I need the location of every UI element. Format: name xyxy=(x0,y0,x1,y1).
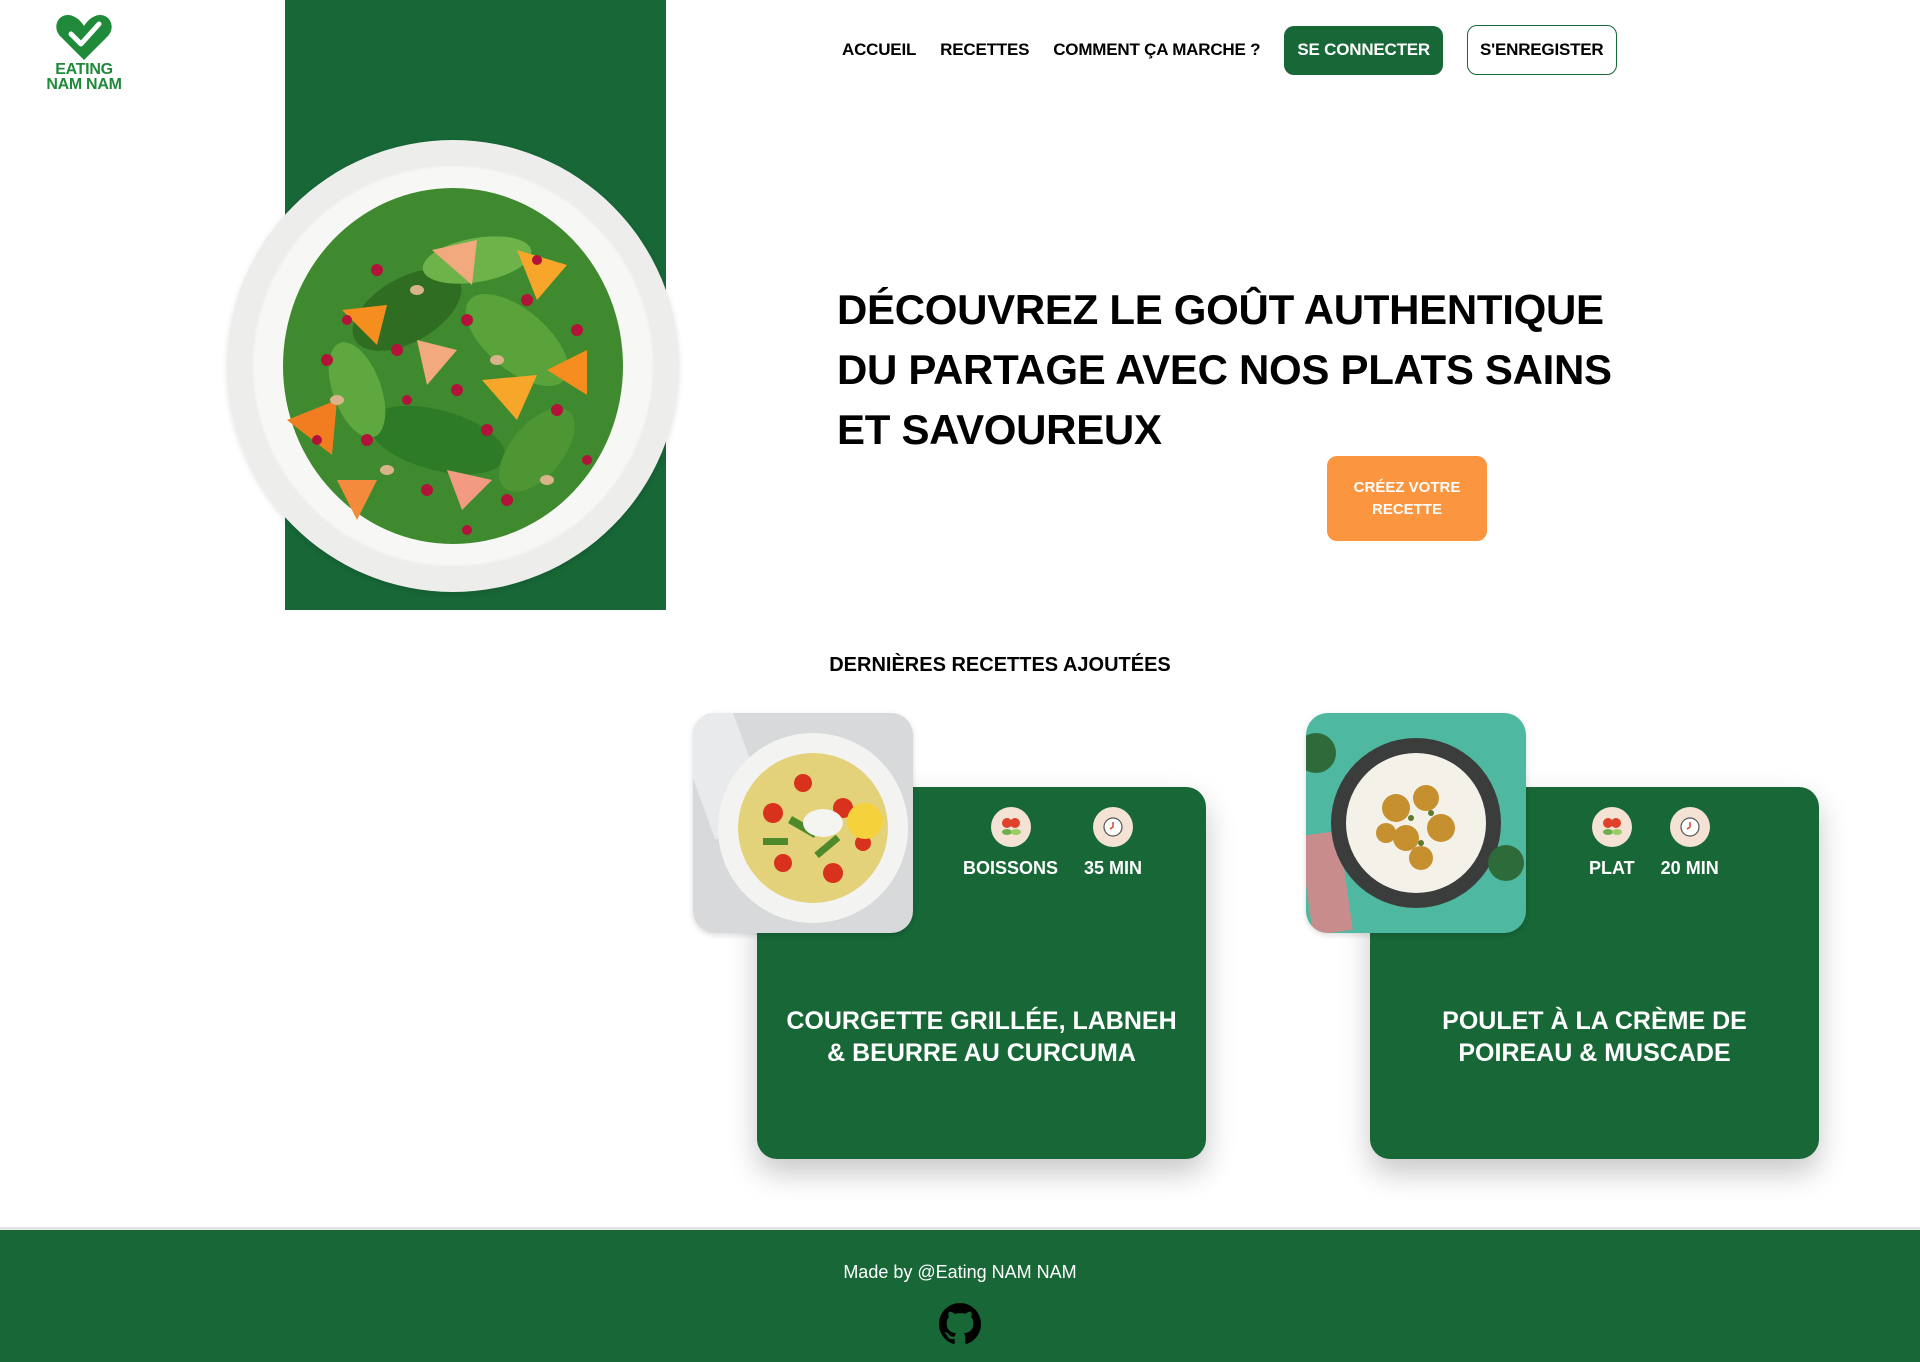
recipe-time-label: 35 MIN xyxy=(1084,858,1143,878)
recipe-time: 20 MIN xyxy=(1661,807,1719,879)
recipe-category-label: PLAT xyxy=(1589,858,1635,878)
vegetables-icon xyxy=(1591,807,1632,847)
nav-link-accueil[interactable]: ACCUEIL xyxy=(842,40,916,60)
hero-salad-image xyxy=(227,140,679,592)
nav-link-comment[interactable]: COMMENT ÇA MARCHE ? xyxy=(1053,40,1260,60)
brand-name-line1: EATING xyxy=(55,61,113,78)
create-recipe-button[interactable]: CRÉEZ VOTRE RECETTE xyxy=(1327,456,1487,541)
clock-icon xyxy=(1669,807,1710,847)
vegetables-icon xyxy=(990,807,1031,847)
recipe-category: BOISSONS xyxy=(963,807,1058,879)
footer: Made by @Eating NAM NAM xyxy=(0,1227,1920,1362)
brand-logo[interactable]: EATING NAM NAM xyxy=(44,12,124,93)
recipe-image[interactable] xyxy=(693,713,913,933)
recipe-title[interactable]: COURGETTE GRILLÉE, LABNEH & BEURRE AU CU… xyxy=(757,1005,1206,1069)
main-nav: ACCUEIL RECETTES COMMENT ÇA MARCHE ? SE … xyxy=(842,25,1617,75)
recipe-meta: BOISSONS 35 MIN xyxy=(963,807,1142,879)
clock-icon xyxy=(1093,807,1134,847)
recipe-title[interactable]: POULET À LA CRÈME DE POIREAU & MUSCADE xyxy=(1370,1005,1819,1069)
recipe-image[interactable] xyxy=(1306,713,1526,933)
footer-credit: Made by @Eating NAM NAM xyxy=(843,1262,1077,1282)
recipe-meta: PLAT 20 MIN xyxy=(1589,807,1719,879)
recipe-time: 35 MIN xyxy=(1084,807,1142,879)
brand-name-line2: NAM NAM xyxy=(46,76,122,93)
hero-title: DÉCOUVREZ LE GOÛT AUTHENTIQUE DU PARTAGE… xyxy=(837,286,1612,453)
register-button[interactable]: S'ENREGISTER xyxy=(1467,25,1617,75)
recipe-time-label: 20 MIN xyxy=(1660,858,1719,878)
nav-link-recettes[interactable]: RECETTES xyxy=(940,40,1029,60)
recipe-category: PLAT xyxy=(1589,807,1635,879)
login-button[interactable]: SE CONNECTER xyxy=(1284,25,1444,75)
latest-recipes-title: DERNIÈRES RECETTES AJOUTÉES xyxy=(829,654,1171,676)
heart-check-icon xyxy=(56,14,112,60)
recipe-category-label: BOISSONS xyxy=(963,858,1059,878)
github-icon[interactable] xyxy=(939,1303,981,1345)
